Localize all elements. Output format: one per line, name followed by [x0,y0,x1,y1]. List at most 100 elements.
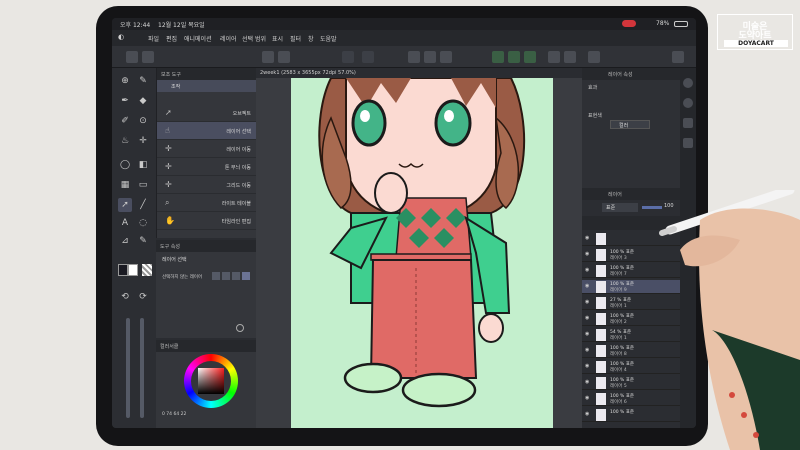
clear-icon[interactable] [262,51,274,63]
sub-color-swatch[interactable] [128,264,138,276]
eye-icon[interactable]: ◉ [585,284,591,289]
move-icon: ✛ [165,144,172,153]
gradient-tool-icon[interactable]: ▦ [118,178,132,192]
menu-filter[interactable]: 필터 [290,34,301,43]
menu-layer[interactable]: 레이어 [220,34,237,43]
expression-color-select[interactable]: 컬러 [610,120,650,129]
eye-icon[interactable]: ◉ [585,380,591,385]
opacity-slider[interactable] [140,318,144,418]
blend-mode-select[interactable]: 표준 [602,203,638,212]
menu-file[interactable]: 파일 [148,34,159,43]
undo-side-icon[interactable]: ⟲ [118,290,132,304]
saturation-value-square[interactable] [198,368,224,394]
settings-icon[interactable] [236,324,244,332]
main-color-swatch[interactable] [118,264,128,276]
ruler-icon[interactable]: ⊿ [118,234,132,248]
sub-tool-item-object[interactable]: ➚ 오브젝트 [157,104,257,122]
layer-type-icon[interactable] [232,272,240,280]
document-tab[interactable]: 2week1 (2583 x 3655px 72dpi 57.0%) [256,68,582,78]
fill-icon[interactable]: ◧ [136,158,150,172]
grid-snap-icon[interactable] [524,51,536,63]
menu-window[interactable]: 창 [308,34,314,43]
settings-icon[interactable] [126,51,138,63]
eye-icon[interactable]: ◉ [585,396,591,401]
airbrush-icon[interactable]: ⊙ [136,114,150,128]
eraser-icon[interactable]: ◆ [136,94,150,108]
rotate-icon[interactable] [564,51,576,63]
layer-name: 레이어 4 [610,368,627,373]
layer-name: 레이어 1 [610,304,627,309]
eye-icon[interactable]: ◉ [585,412,591,417]
more-menu-icon[interactable] [672,51,684,63]
line-icon[interactable]: ╱ [136,198,150,212]
eye-icon[interactable]: ◉ [585,332,591,337]
ruler-snap-icon[interactable] [492,51,504,63]
navigator-icon[interactable] [683,78,693,88]
logo-line-3: DOYACART [724,40,788,47]
text-icon[interactable]: A [118,216,132,230]
flip-icon[interactable] [548,51,560,63]
menu-help[interactable]: 도움말 [320,34,337,43]
menu-selection[interactable]: 선택 범위 [242,34,266,43]
layer-property-header: 레이어 속성 [582,68,680,80]
material-icon[interactable] [683,118,693,128]
eye-icon[interactable]: ◉ [585,316,591,321]
effect-label: 효과 [588,85,598,91]
eye-icon[interactable]: ◉ [585,300,591,305]
layer-thumbnail [596,393,606,405]
layer-property-panel: 레이어 속성 효과 표현색 컬러 [582,68,680,188]
redo-side-icon[interactable]: ⟳ [136,290,150,304]
lasso-icon[interactable]: ◯ [118,158,132,172]
sub-tool-item-tone-move[interactable]: ✛ 톤 무늬 이동 [157,158,257,176]
figure-icon[interactable]: ▭ [136,178,150,192]
deselect-icon[interactable] [342,51,354,63]
layer-thumbnail [596,361,606,373]
special-ruler-snap-icon[interactable] [508,51,520,63]
layer-type-icon[interactable] [242,272,250,280]
move-tool-icon[interactable]: ✛ [136,134,150,148]
invert-selection-icon[interactable] [424,51,436,63]
balloon-icon[interactable]: ◌ [136,216,150,230]
brush-icon[interactable]: ✐ [118,114,132,128]
eye-icon[interactable]: ◉ [585,348,591,353]
sub-tool-item-layer-select[interactable]: ☝ 레이어 선택 [157,122,257,140]
menu-edit[interactable]: 편집 [166,34,177,43]
crop-icon[interactable] [362,51,374,63]
layer-name: 레이어 2 [610,320,627,325]
correct-line-icon[interactable]: ✎ [136,234,150,248]
transform-icon[interactable] [278,51,290,63]
eye-icon[interactable]: ◉ [585,268,591,273]
pen-icon[interactable]: ✒ [118,94,132,108]
hand-icon: ✋ [165,216,175,225]
eye-icon[interactable]: ◉ [585,236,591,241]
brush-size-slider[interactable] [126,318,130,418]
menu-view[interactable]: 표시 [272,34,283,43]
layer-type-icon[interactable] [222,272,230,280]
menu-animation[interactable]: 애니메이션 [184,34,212,43]
eye-icon[interactable]: ◉ [585,252,591,257]
eye-icon[interactable]: ◉ [585,364,591,369]
transparent-color-swatch[interactable] [142,264,152,276]
sub-tool-item-light-table[interactable]: ⌕ 라이트 테이블 [157,194,257,212]
library-icon[interactable] [683,138,693,148]
layer-thumbnail [596,249,606,261]
drawing-canvas[interactable] [291,78,553,428]
zoom-icon[interactable]: ⊕ [118,74,132,88]
sub-tool-item-layer-move[interactable]: ✛ 레이어 이동 [157,140,257,158]
operation-tool-icon[interactable]: ➚ [118,198,132,212]
layer-name: 레이어 6 [610,400,627,405]
gradient-icon[interactable] [588,51,600,63]
blend-icon[interactable]: ♨ [118,134,132,148]
hand-with-stylus [659,190,800,450]
layer-type-icon[interactable] [212,272,220,280]
sub-tool-item-timeline-edit[interactable]: ✋ 타임라인 편집 [157,212,257,230]
undo-icon[interactable] [142,51,154,63]
move-icon: ✛ [165,162,172,171]
expand-selection-icon[interactable] [440,51,452,63]
sub-tool-tab-operation[interactable]: 조작 [157,80,257,92]
layer-property-icon[interactable] [683,98,693,108]
select-layer-icon[interactable] [408,51,420,63]
sub-tool-item-grid-move[interactable]: ✛ 그리드 이동 [157,176,257,194]
eyedropper-icon[interactable]: ✎ [136,74,150,88]
app-logo-icon[interactable]: ◐ [118,33,124,41]
